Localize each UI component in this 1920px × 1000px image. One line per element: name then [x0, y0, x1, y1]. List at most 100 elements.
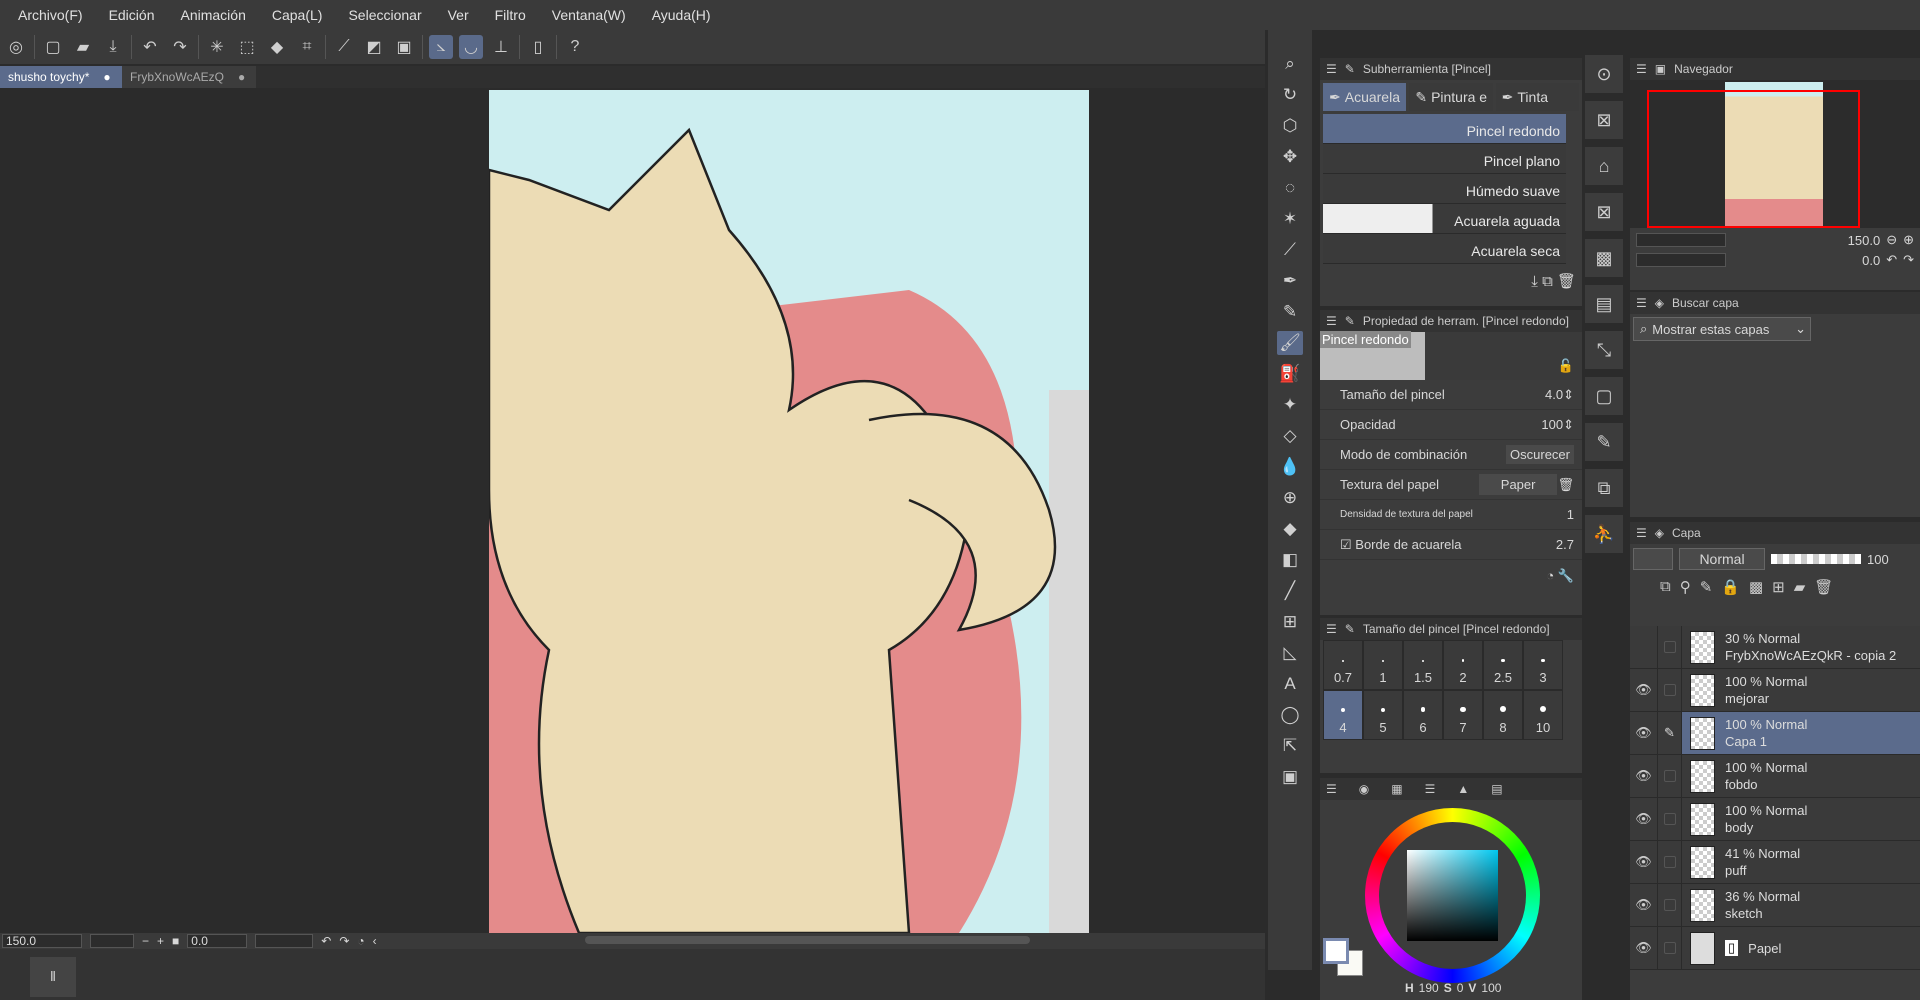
save-icon[interactable]: ⤓	[101, 35, 125, 59]
eye-icon[interactable]: 👁	[1630, 854, 1657, 870]
main-color-swatch[interactable]	[1323, 938, 1349, 964]
draft-icon[interactable]: ✎	[1700, 578, 1713, 622]
eye-icon[interactable]: 👁	[1630, 940, 1657, 956]
layer-row[interactable]: 👁 36 % Normal sketch	[1630, 884, 1920, 927]
eraser-icon[interactable]: ◇	[1277, 424, 1303, 448]
panel-home-icon[interactable]: ⌂	[1585, 147, 1623, 185]
edge-value[interactable]: 2.7	[1556, 537, 1574, 552]
layer-row-paper[interactable]: 👁 ▯ Papel	[1630, 927, 1920, 970]
text-tool-icon[interactable]: A	[1277, 672, 1303, 696]
menu-animacion[interactable]: Animación	[180, 7, 245, 23]
brush-size-2.5[interactable]: 2.5	[1483, 640, 1523, 690]
menu-icon[interactable]: ☰	[1636, 296, 1647, 310]
brush-size-value[interactable]: 4.0	[1545, 387, 1563, 402]
menu-edicion[interactable]: Edición	[109, 7, 155, 23]
group-tinta[interactable]: ✒ Tinta	[1495, 83, 1579, 111]
panel-layout-icon[interactable]: ▤	[1585, 285, 1623, 323]
lock-icon[interactable]: 🔒	[1721, 578, 1740, 622]
object-tool-icon[interactable]: ⬡	[1277, 114, 1303, 138]
brush-size-2[interactable]: 2	[1443, 640, 1483, 690]
lock-transparent-icon[interactable]: ▩	[1749, 578, 1763, 622]
zoom-tool-icon[interactable]: ⌕	[1277, 52, 1303, 76]
smartphone-icon[interactable]: ▯	[526, 35, 550, 59]
group-acuarela[interactable]: ✒ Acuarela	[1323, 83, 1407, 111]
brush-size-1.5[interactable]: 1.5	[1403, 640, 1443, 690]
menu-icon[interactable]: ☰	[1326, 62, 1337, 76]
menu-icon[interactable]: ☰	[1326, 782, 1337, 796]
brush-size-0.7[interactable]: 0.7	[1323, 640, 1363, 690]
lasso-tool-icon[interactable]: ◌	[1277, 176, 1303, 200]
blend-mode-select[interactable]: Oscurecer	[1506, 445, 1574, 464]
panel-edit-icon[interactable]: ✎	[1585, 423, 1623, 461]
figure-icon[interactable]: ⊕	[1277, 486, 1303, 510]
snap-special-ruler-icon[interactable]: ◡	[459, 35, 483, 59]
ruler-tool-icon[interactable]: ◺	[1277, 641, 1303, 665]
frame-tool-icon[interactable]: ⊞	[1277, 610, 1303, 634]
edge-checkbox[interactable]: ☑	[1340, 537, 1352, 553]
menu-icon[interactable]: ☰	[1636, 526, 1647, 540]
brush-size-3[interactable]: 3	[1523, 640, 1563, 690]
correct-line-icon[interactable]: ⇱	[1277, 734, 1303, 758]
menu-icon[interactable]: ☰	[1326, 314, 1337, 328]
menu-filtro[interactable]: Filtro	[495, 7, 526, 23]
panel-person-icon[interactable]: ⛹	[1585, 515, 1623, 553]
zoom-in-icon[interactable]: ⊕	[1903, 232, 1914, 248]
navigator-toggle-icon[interactable]: ⊙	[1585, 55, 1623, 93]
menu-capa[interactable]: Capa(L)	[272, 7, 323, 23]
layer-checkbox[interactable]	[1663, 813, 1676, 825]
fill-icon[interactable]: ◆	[265, 35, 289, 59]
airbrush-icon[interactable]: ⛽	[1277, 362, 1303, 386]
zoom-field[interactable]: 150.0	[2, 934, 82, 948]
layer-row[interactable]: 30 % Normal FrybXnoWcAEzQkR - copia 2	[1630, 626, 1920, 669]
rotate-right-icon[interactable]: ↷	[339, 934, 349, 948]
eye-icon[interactable]: 👁	[1630, 897, 1657, 913]
eye-icon[interactable]: 👁	[1630, 811, 1657, 827]
balloon-icon[interactable]: ◯	[1277, 703, 1303, 727]
layer-row[interactable]: 👁 41 % Normal puff	[1630, 841, 1920, 884]
wrench-icon[interactable]: 🔧	[1558, 568, 1574, 583]
opacity-row[interactable]: Opacidad 100 ⇕	[1320, 410, 1582, 440]
collapse-icon[interactable]: ‹	[373, 934, 377, 948]
line-tool-icon[interactable]: ╱	[1277, 579, 1303, 603]
color-swatch-icon[interactable]: ▣	[1277, 765, 1303, 789]
tab-close-icon[interactable]: ●	[238, 70, 245, 84]
lock-icon[interactable]: 🔓	[1558, 358, 1574, 374]
zoom-out-icon[interactable]: −	[142, 934, 149, 948]
help-icon[interactable]: ?	[563, 35, 587, 59]
pen-tool-icon[interactable]: ✒	[1277, 269, 1303, 293]
panel-material-icon[interactable]: ⧉	[1585, 469, 1623, 507]
paper-texture-button[interactable]: Paper	[1478, 474, 1558, 495]
canvas-area[interactable]	[0, 88, 1265, 933]
move-tool-icon[interactable]: ✥	[1277, 145, 1303, 169]
opacity-value[interactable]: 100	[1541, 417, 1563, 432]
decoration-icon[interactable]: ✦	[1277, 393, 1303, 417]
layer-checkbox[interactable]	[1663, 641, 1676, 653]
brush-size-row[interactable]: Tamaño del pincel 4.0 ⇕	[1320, 380, 1582, 410]
new-layer-icon[interactable]: ⊞	[1772, 578, 1785, 622]
tab-shusho-toychy[interactable]: shusho toychy* ●	[0, 66, 122, 88]
brush-size-10[interactable]: 10	[1523, 690, 1563, 740]
timeline-icon[interactable]: ⦀	[30, 957, 76, 997]
transform-icon[interactable]: ⌗	[295, 35, 319, 59]
menu-ayuda[interactable]: Ayuda(H)	[652, 7, 711, 23]
layer-filter-select[interactable]: ⌕ Mostrar estas capas ⌄	[1633, 317, 1811, 341]
brush-humedo-suave[interactable]: Húmedo suave	[1323, 174, 1566, 204]
spinner-icon[interactable]: ⇕	[1563, 387, 1574, 403]
brush-size-5[interactable]: 5	[1363, 690, 1403, 740]
horizontal-scrollbar[interactable]	[585, 936, 1030, 944]
saturation-value-square[interactable]	[1407, 850, 1498, 941]
eye-icon[interactable]: 👁	[1630, 725, 1657, 741]
panel-shrink-icon[interactable]: ⤡	[1585, 331, 1623, 369]
trash-icon[interactable]: 🗑	[1557, 477, 1574, 493]
brush-acuarela-seca[interactable]: Acuarela seca	[1323, 234, 1566, 264]
history-tab-icon[interactable]: ▤	[1491, 782, 1502, 796]
color-set-tab-icon[interactable]: ▦	[1391, 782, 1402, 796]
menu-seleccionar[interactable]: Seleccionar	[348, 7, 421, 23]
hue-ring[interactable]	[1365, 808, 1540, 983]
rotate-left-icon[interactable]: ↶	[321, 934, 331, 948]
frame-icon[interactable]: ▣	[392, 35, 416, 59]
magic-wand-icon[interactable]: ✶	[1277, 207, 1303, 231]
layer-checkbox[interactable]	[1663, 942, 1676, 954]
tab-close-icon[interactable]: ●	[103, 70, 110, 84]
menu-archivo[interactable]: Archivo(F)	[18, 7, 83, 23]
